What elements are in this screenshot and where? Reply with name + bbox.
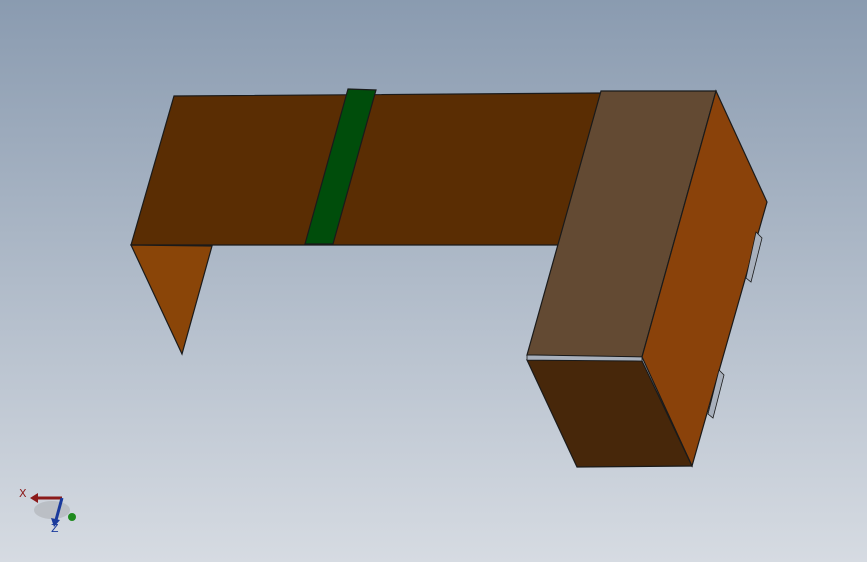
z-axis-label: Z: [51, 522, 59, 535]
graphics-viewport[interactable]: X Z: [0, 0, 867, 562]
triad-base-shape: [34, 501, 70, 519]
model-scene[interactable]: X Z: [0, 0, 867, 562]
y-axis-marker: [68, 513, 76, 521]
x-axis-label: X: [19, 487, 27, 500]
